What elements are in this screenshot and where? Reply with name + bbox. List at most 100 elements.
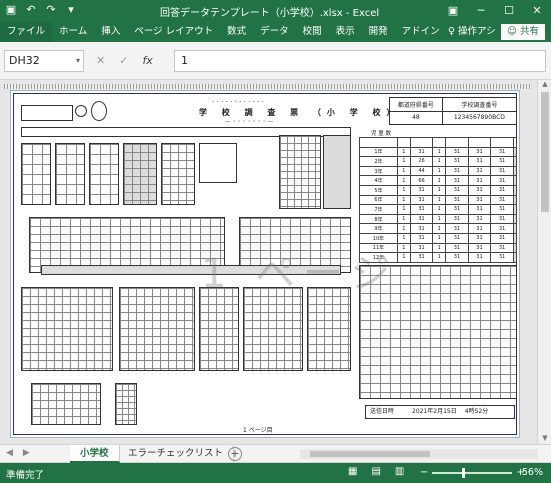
- scroll-up-icon[interactable]: ▲: [538, 80, 551, 90]
- chevron-down-icon[interactable]: ▾: [76, 51, 80, 71]
- pupils-cell[interactable]: 66: [409, 175, 434, 186]
- cancel-icon[interactable]: ✕: [96, 50, 105, 72]
- sheet-area[interactable]: ・・・・・・・・・・・・ 学 校 調 査 票 （小 学 校） ― ・・・・・・・…: [0, 80, 551, 444]
- scroll-left-icon[interactable]: ◀: [6, 448, 13, 458]
- pupils-cell[interactable]: 31: [409, 223, 434, 234]
- pupils-cell[interactable]: 31: [490, 204, 514, 215]
- zoom-slider[interactable]: [432, 467, 513, 478]
- tab-page-layout[interactable]: ページ レイアウト: [127, 22, 220, 42]
- pupils-cell[interactable]: 31: [445, 156, 469, 167]
- pupils-cell[interactable]: 1: [396, 242, 411, 254]
- pupils-cell[interactable]: 31: [490, 156, 514, 167]
- pupils-cell[interactable]: 1: [432, 232, 447, 244]
- pupils-cell[interactable]: 1: [396, 156, 411, 167]
- pupils-cell[interactable]: 31: [445, 175, 469, 186]
- minimize-button[interactable]: ─: [467, 0, 495, 22]
- pupils-cell[interactable]: 31: [490, 165, 514, 177]
- page-break-preview-icon[interactable]: ▥: [395, 466, 404, 477]
- pupils-cell[interactable]: 31: [467, 194, 492, 206]
- pupils-cell[interactable]: 31: [445, 223, 469, 234]
- pupils-cell[interactable]: 1: [396, 175, 411, 186]
- pupils-cell[interactable]: 31: [445, 184, 469, 196]
- pupils-cell[interactable]: 31: [409, 252, 434, 263]
- pupils-cell[interactable]: 1: [396, 223, 411, 234]
- pupils-cell[interactable]: 31: [445, 204, 469, 215]
- pupils-cell[interactable]: 1: [432, 252, 447, 263]
- share-button[interactable]: ☺ 共有: [501, 24, 545, 40]
- pupils-cell[interactable]: 31: [490, 242, 514, 254]
- tab-formulas[interactable]: 数式: [220, 22, 253, 42]
- pupils-cell[interactable]: 31: [409, 184, 434, 196]
- tab-insert[interactable]: 挿入: [94, 22, 127, 42]
- pupils-cell[interactable]: 31: [467, 175, 492, 186]
- pupils-cell[interactable]: 26: [409, 156, 434, 167]
- pupils-cell[interactable]: 1: [396, 213, 411, 225]
- name-box[interactable]: DH32 ▾: [4, 50, 84, 72]
- pupils-cell[interactable]: 31: [467, 146, 492, 158]
- redo-icon[interactable]: ↷: [44, 3, 58, 17]
- normal-view-icon[interactable]: ▦: [348, 466, 357, 477]
- pupils-cell[interactable]: 31: [490, 223, 514, 234]
- pupils-cell[interactable]: 31: [490, 213, 514, 225]
- pupils-cell[interactable]: 31: [445, 232, 469, 244]
- pupils-cell[interactable]: 1: [396, 165, 411, 177]
- add-sheet-button[interactable]: +: [228, 447, 242, 461]
- tab-view[interactable]: 表示: [329, 22, 362, 42]
- pupils-cell[interactable]: 31: [409, 146, 434, 158]
- horizontal-scroll-thumb[interactable]: [310, 451, 430, 457]
- tab-home[interactable]: ホーム: [52, 22, 94, 42]
- undo-icon[interactable]: ↶: [24, 3, 38, 17]
- pupils-cell[interactable]: 31: [445, 165, 469, 177]
- pupils-cell[interactable]: 31: [467, 242, 492, 254]
- zoom-out-button[interactable]: −: [420, 467, 428, 478]
- pupils-cell[interactable]: 1: [432, 204, 447, 215]
- pupils-cell[interactable]: 31: [467, 165, 492, 177]
- pupils-cell[interactable]: 31: [445, 194, 469, 206]
- pupils-cell[interactable]: 31: [490, 252, 514, 263]
- zoom-slider-knob[interactable]: [462, 467, 466, 478]
- pupils-cell[interactable]: 1: [432, 184, 447, 196]
- zoom-level[interactable]: 56%: [522, 467, 543, 478]
- pupils-cell[interactable]: 31: [409, 194, 434, 206]
- horizontal-scrollbar[interactable]: [300, 449, 538, 459]
- enter-icon[interactable]: ✓: [119, 50, 128, 72]
- pupils-cell[interactable]: 31: [467, 223, 492, 234]
- page-layout-view-icon[interactable]: ▤: [371, 466, 380, 477]
- school-code-value[interactable]: 1234567890BCD: [441, 110, 518, 125]
- tab-addins[interactable]: アドイン: [395, 22, 447, 42]
- save-icon[interactable]: ▣: [4, 3, 18, 17]
- pupils-cell[interactable]: 31: [409, 204, 434, 215]
- print-page[interactable]: ・・・・・・・・・・・・ 学 校 調 査 票 （小 学 校） ― ・・・・・・・…: [10, 90, 520, 438]
- pupils-cell[interactable]: 1: [432, 165, 447, 177]
- pupils-cell[interactable]: 1: [432, 242, 447, 254]
- pupils-cell[interactable]: 1: [396, 204, 411, 215]
- pupils-cell[interactable]: 1: [432, 223, 447, 234]
- formula-input[interactable]: 1: [174, 50, 546, 72]
- pupils-cell[interactable]: 31: [490, 232, 514, 244]
- close-button[interactable]: ✕: [523, 0, 551, 22]
- pupils-cell[interactable]: 1: [396, 146, 411, 158]
- pupils-cell[interactable]: 1: [396, 232, 411, 244]
- pupils-cell[interactable]: 1: [432, 175, 447, 186]
- pupils-cell[interactable]: 31: [467, 213, 492, 225]
- pupils-cell[interactable]: 31: [490, 184, 514, 196]
- sheet-tab-error-checklist[interactable]: エラーチェックリスト: [118, 445, 235, 463]
- pupils-cell[interactable]: 31: [445, 146, 469, 158]
- pupils-cell[interactable]: 31: [409, 213, 434, 225]
- pupils-cell[interactable]: 1: [432, 146, 447, 158]
- restore-button[interactable]: ☐: [495, 0, 523, 22]
- sheet-tab-elementary[interactable]: 小学校: [70, 445, 120, 463]
- pupils-cell[interactable]: 31: [445, 242, 469, 254]
- pupils-cell[interactable]: 1: [396, 252, 411, 263]
- scroll-right-icon[interactable]: ▶: [23, 448, 30, 458]
- tab-file[interactable]: ファイル: [0, 22, 53, 42]
- pupils-cell[interactable]: 31: [445, 252, 469, 263]
- pupils-cell[interactable]: 31: [445, 213, 469, 225]
- pupils-cell[interactable]: 31: [409, 242, 434, 254]
- pupils-cell[interactable]: 1: [432, 156, 447, 167]
- vertical-scrollbar[interactable]: ▲ ▼: [537, 80, 551, 444]
- scroll-down-icon[interactable]: ▼: [538, 434, 551, 444]
- tab-developer[interactable]: 開発: [362, 22, 395, 42]
- pupils-cell[interactable]: 31: [467, 156, 492, 167]
- pupils-cell[interactable]: 31: [467, 252, 492, 263]
